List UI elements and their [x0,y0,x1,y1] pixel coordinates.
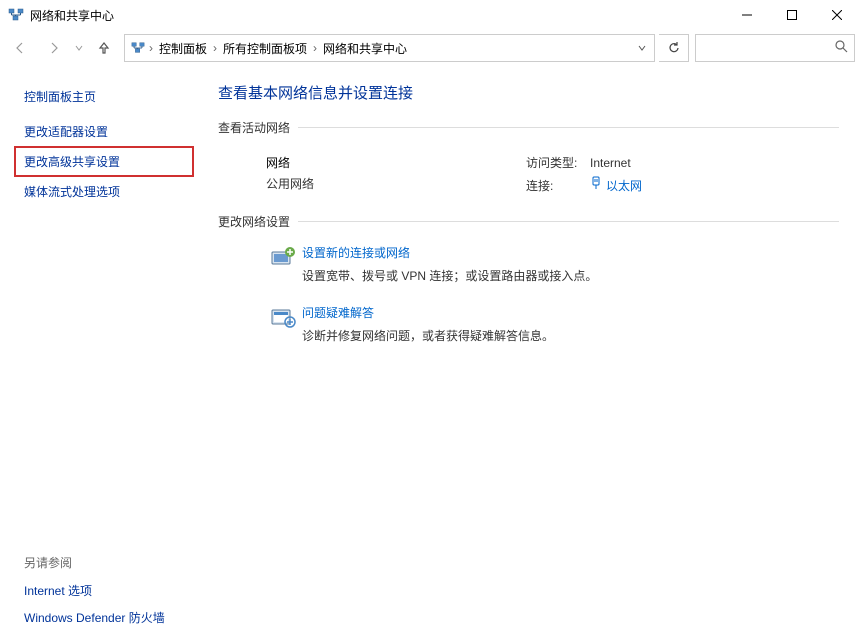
close-button[interactable] [814,0,859,30]
chevron-right-icon[interactable]: › [211,41,219,55]
setting-troubleshoot: 问题疑难解答 诊断并修复网络问题，或者获得疑难解答信息。 [266,304,839,344]
sidebar-item-adapter-settings[interactable]: 更改适配器设置 [24,117,192,146]
settings-list: 设置新的连接或网络 设置宽带、拨号或 VPN 连接；或设置路由器或接入点。 [218,234,839,344]
chevron-right-icon[interactable]: › [147,41,155,55]
ethernet-icon [590,176,602,195]
search-icon [835,40,848,56]
sidebar: 控制面板主页 更改适配器设置 更改高级共享设置 媒体流式处理选项 另请参阅 In… [0,66,200,639]
content-area: 控制面板主页 更改适配器设置 更改高级共享设置 媒体流式处理选项 另请参阅 In… [0,66,859,639]
chevron-right-icon[interactable]: › [311,41,319,55]
connection-value: 以太网 [606,177,642,195]
access-type-value: Internet [590,154,631,172]
back-button[interactable] [4,34,36,62]
address-bar[interactable]: › 控制面板 › 所有控制面板项 › 网络和共享中心 [124,34,655,62]
maximize-button[interactable] [769,0,814,30]
minimize-button[interactable] [724,0,769,30]
divider [298,221,839,222]
breadcrumb-item[interactable]: 控制面板 [155,40,211,57]
navbar: › 控制面板 › 所有控制面板项 › 网络和共享中心 [0,30,859,66]
control-panel-home-link[interactable]: 控制面板主页 [24,82,192,117]
titlebar: 网络和共享中心 [0,0,859,30]
window-controls [724,0,859,30]
breadcrumb-item[interactable]: 网络和共享中心 [319,40,411,57]
network-details: 访问类型: Internet 连接: 以太网 [526,154,642,199]
network-type: 公用网络 [266,175,526,192]
section-change-settings: 更改网络设置 [218,213,839,230]
connection-label: 连接: [526,177,590,195]
setting-new-connection: 设置新的连接或网络 设置宽带、拨号或 VPN 连接；或设置路由器或接入点。 [266,244,839,284]
network-identity: 网络 公用网络 [266,154,526,199]
refresh-button[interactable] [659,34,689,62]
see-also-internet-options[interactable]: Internet 选项 [24,577,192,604]
sidebar-item-advanced-sharing[interactable]: 更改高级共享设置 [14,146,194,177]
access-type-label: 访问类型: [526,154,590,172]
network-name: 网络 [266,154,526,171]
up-button[interactable] [88,34,120,62]
section-active-networks: 查看活动网络 [218,119,839,136]
see-also-heading: 另请参阅 [24,548,192,577]
setting-description: 设置宽带、拨号或 VPN 连接；或设置路由器或接入点。 [302,267,597,284]
see-also-defender-firewall[interactable]: Windows Defender 防火墙 [24,604,192,631]
section-heading: 查看活动网络 [218,119,290,136]
setting-title-link[interactable]: 设置新的连接或网络 [302,244,597,261]
divider [298,127,839,128]
setting-description: 诊断并修复网络问题，或者获得疑难解答信息。 [302,327,554,344]
network-center-icon [8,7,24,23]
breadcrumb-item[interactable]: 所有控制面板项 [219,40,311,57]
network-center-icon [129,41,147,55]
main-panel: 查看基本网络信息并设置连接 查看活动网络 网络 公用网络 访问类型: Inter… [200,66,859,639]
new-connection-icon [266,244,302,284]
setting-title-link[interactable]: 问题疑难解答 [302,304,554,321]
forward-button[interactable] [38,34,70,62]
address-dropdown-icon[interactable] [630,35,654,61]
history-dropdown-icon[interactable] [72,44,86,52]
troubleshoot-icon [266,304,302,344]
connection-link[interactable]: 以太网 [590,176,642,195]
window-title: 网络和共享中心 [30,7,114,24]
search-input[interactable] [695,34,855,62]
network-block: 网络 公用网络 访问类型: Internet 连接: 以太网 [218,140,839,213]
page-heading: 查看基本网络信息并设置连接 [218,82,839,103]
section-heading: 更改网络设置 [218,213,290,230]
sidebar-item-media-streaming[interactable]: 媒体流式处理选项 [24,177,192,206]
